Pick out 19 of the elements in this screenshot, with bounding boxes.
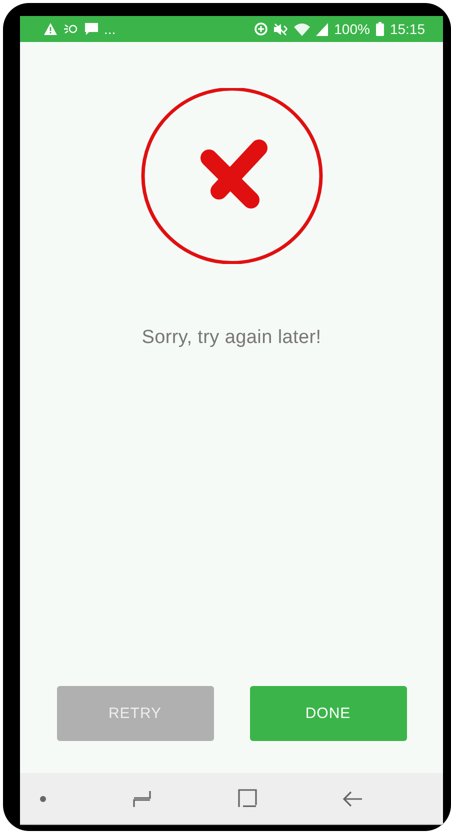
recent-apps-icon[interactable] <box>132 790 152 808</box>
retry-button[interactable]: RETRY <box>56 686 214 741</box>
signal-icon <box>316 22 328 36</box>
clock-time: 15:15 <box>390 21 425 37</box>
error-icon <box>138 88 324 264</box>
mute-icon <box>274 22 288 36</box>
battery-icon <box>376 22 384 36</box>
more-notifications: ... <box>104 21 116 37</box>
wifi-icon <box>294 22 310 36</box>
done-button[interactable]: DONE <box>250 686 406 741</box>
message-icon <box>85 22 98 36</box>
warning-icon <box>44 23 57 35</box>
dot-icon[interactable] <box>40 796 46 802</box>
error-message: Sorry, try again later! <box>142 327 322 349</box>
back-icon[interactable] <box>343 790 363 806</box>
bulb-icon <box>63 23 79 35</box>
battery-percentage: 100% <box>334 21 370 37</box>
data-saver-icon <box>254 22 268 36</box>
home-icon[interactable] <box>238 789 257 808</box>
